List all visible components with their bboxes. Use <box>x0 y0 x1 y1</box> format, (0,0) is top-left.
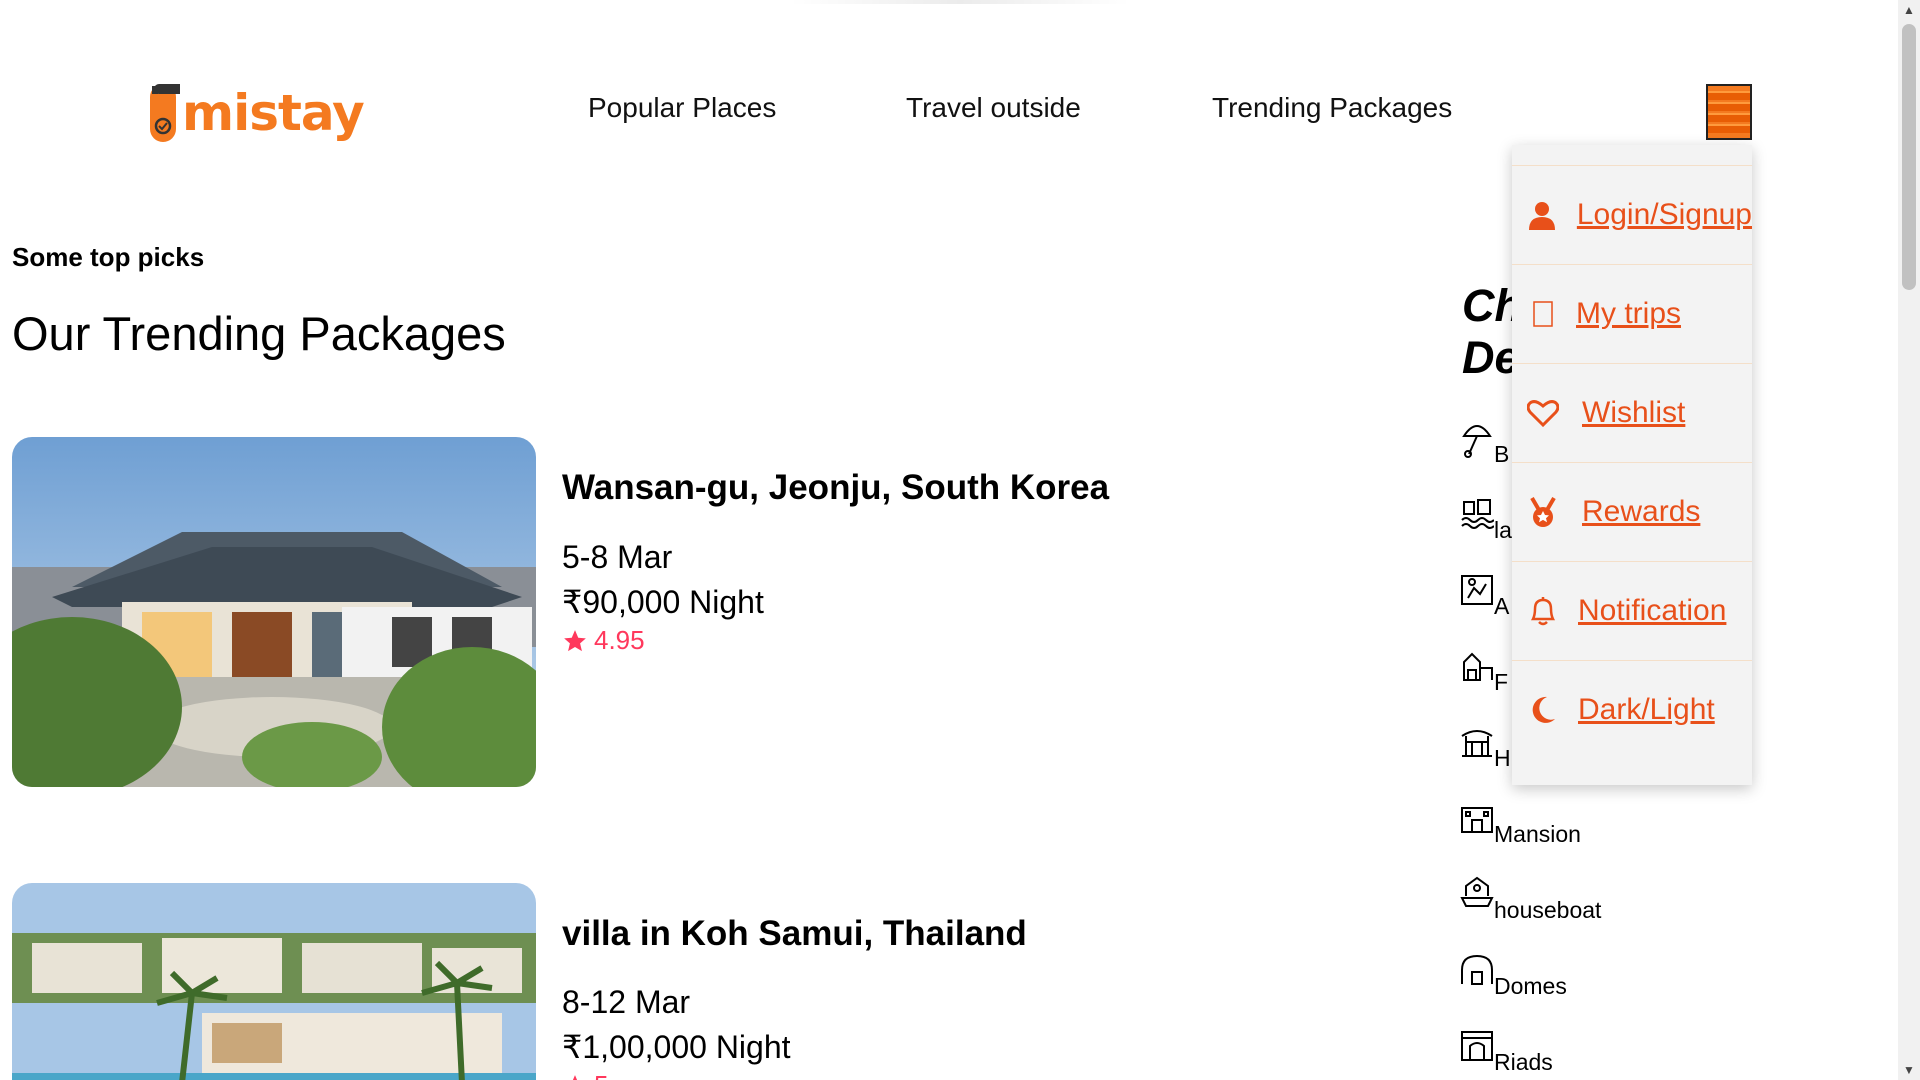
medal-icon <box>1526 495 1560 529</box>
scroll-up-arrow-icon[interactable]: ▲ <box>1898 0 1920 20</box>
brand-name: mistay <box>182 84 365 142</box>
nav-popular-places[interactable]: Popular Places <box>588 92 776 124</box>
nav-travel-outside[interactable]: Travel outside <box>906 92 1081 124</box>
heart-icon <box>1526 396 1560 430</box>
trips-icon <box>1526 297 1560 331</box>
farm-icon <box>1463 652 1493 681</box>
category-item[interactable]: B <box>1460 420 1509 468</box>
category-item[interactable]: F <box>1460 648 1508 696</box>
rating-value: 4.95 <box>594 625 645 655</box>
rating-value: 5 <box>594 1070 608 1080</box>
umbrella-icon <box>1462 425 1492 458</box>
menu-item-wishlist[interactable]: Wishlist <box>1512 363 1752 462</box>
user-menu-dropdown: Login/Signup My trips Wishlist Rewards N… <box>1512 145 1752 785</box>
package-dates: 5-8 Mar <box>562 539 673 575</box>
moon-icon <box>1526 693 1560 727</box>
section-eyebrow: Some top picks <box>12 242 205 272</box>
scroll-down-arrow-icon[interactable]: ▼ <box>1898 1060 1920 1080</box>
package-image-koh-samui[interactable] <box>12 883 536 1080</box>
dome-icon <box>1461 954 1493 985</box>
category-item[interactable]: H <box>1460 724 1511 772</box>
top-shadow <box>790 0 1130 4</box>
package-rating: 4.95 <box>562 625 645 656</box>
scrollbar-thumb[interactable] <box>1902 24 1916 290</box>
menu-item-my-trips[interactable]: My trips <box>1512 264 1752 363</box>
map-icon <box>1461 575 1493 605</box>
category-item[interactable]: Domes <box>1460 952 1567 1000</box>
houseboat-icon <box>1460 876 1494 907</box>
package-title[interactable]: Wansan-gu, Jeonju, South Korea <box>562 468 1109 508</box>
user-icon <box>1526 198 1559 232</box>
package-image-jeonju[interactable] <box>12 437 536 787</box>
menu-item-dark-light[interactable]: Dark/Light <box>1512 660 1752 759</box>
category-item[interactable]: houseboat <box>1460 876 1601 924</box>
brand-logo[interactable]: mistay <box>148 74 365 146</box>
package-rating: 5 <box>562 1070 608 1080</box>
riad-icon <box>1461 1031 1493 1061</box>
mansion-icon <box>1461 807 1493 833</box>
category-item[interactable]: la <box>1460 496 1512 544</box>
category-item[interactable]: Mansion <box>1460 800 1581 848</box>
category-item[interactable]: A <box>1460 572 1509 620</box>
section-title: Our Trending Packages <box>12 307 506 360</box>
package-dates: 8-12 Mar <box>562 984 691 1020</box>
star-icon <box>564 629 586 651</box>
hanok-icon <box>1461 730 1493 757</box>
page: mistay Popular Places Travel outside Tre… <box>0 0 1898 1080</box>
package-price: ₹90,000 Night <box>562 584 764 620</box>
hamburger-menu-button[interactable] <box>1706 84 1752 140</box>
hamburger-icon <box>1708 91 1750 100</box>
package-price: ₹1,00,000 Night <box>562 1029 791 1065</box>
hanok-photo <box>12 437 536 787</box>
menu-item-login-signup[interactable]: Login/Signup <box>1512 165 1752 264</box>
menu-item-rewards[interactable]: Rewards <box>1512 462 1752 561</box>
logo-pin-icon <box>150 84 180 142</box>
villa-photo <box>12 883 536 1080</box>
nav-trending-packages[interactable]: Trending Packages <box>1212 92 1452 124</box>
lake-icon <box>1461 499 1494 529</box>
bell-icon <box>1526 594 1560 628</box>
package-title[interactable]: villa in Koh Samui, Thailand <box>562 914 1027 954</box>
category-item[interactable]: Riads <box>1460 1028 1553 1076</box>
page-scrollbar[interactable]: ▲ ▼ <box>1898 0 1920 1080</box>
star-icon <box>572 1074 578 1080</box>
menu-item-notification[interactable]: Notification <box>1512 561 1752 660</box>
